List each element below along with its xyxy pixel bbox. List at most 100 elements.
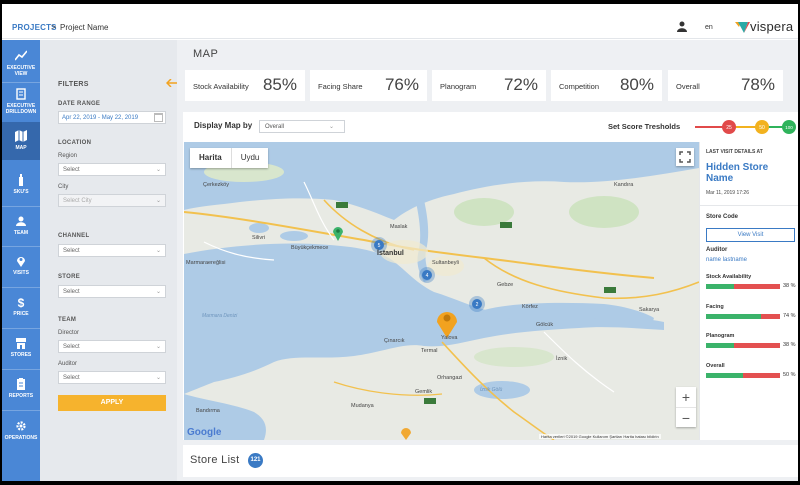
metric-bar-fill	[706, 284, 735, 289]
svg-text:$: $	[18, 296, 25, 308]
metric-label: Planogram	[706, 333, 735, 339]
map-view[interactable]: 5 4 2 Çerkezköy Silivri Büyükçekmece Mar…	[184, 142, 699, 440]
filters-title: FILTERS	[58, 81, 89, 88]
zoom-out-button[interactable]: −	[676, 407, 696, 427]
road-shield-icon	[424, 398, 436, 404]
channel-label: CHANNEL	[58, 233, 90, 239]
fullscreen-icon	[679, 151, 691, 163]
store-list-title: Store List	[190, 454, 240, 466]
chevron-down-icon: ⌄	[155, 344, 161, 350]
map-attribution[interactable]: Harita verileri ©2019 Google Kullanım Şa…	[539, 434, 661, 439]
threshold-value-high: 100	[785, 125, 793, 130]
forest-area	[569, 196, 639, 228]
store-name[interactable]: Hidden Store Name	[706, 162, 786, 184]
nav-item-visits[interactable]: VISITS	[2, 250, 40, 284]
metric-label: Stock Availability	[706, 274, 752, 280]
map-place-label: Maslak	[390, 224, 408, 230]
auditor-label: Auditor	[706, 247, 728, 253]
nav-item-label: MAP	[15, 145, 27, 151]
kpi-card-facing-share: Facing Share 76%	[310, 70, 427, 101]
apply-button[interactable]: APPLY	[58, 395, 166, 411]
chevron-down-icon: ⌄	[328, 124, 334, 130]
nav-item-skus[interactable]: SKU'S	[2, 168, 40, 204]
nav-item-reports[interactable]: REPORTS	[2, 373, 40, 407]
auditor-name[interactable]: name lastname	[706, 257, 747, 263]
display-map-by-label: Display Map by	[194, 121, 253, 130]
zoom-in-button[interactable]: +	[676, 387, 696, 407]
map-place-label: Termal	[421, 348, 438, 354]
chevron-down-icon: ⌄	[155, 198, 161, 204]
orange-pin-dot	[443, 314, 451, 322]
channel-select[interactable]: Select ⌄	[58, 244, 166, 257]
map-place-label: Kandıra	[614, 182, 634, 188]
city-label: City	[58, 184, 69, 190]
kpi-card-competition: Competition 80%	[551, 70, 662, 101]
chevron-down-icon: ⌄	[155, 248, 161, 254]
view-visit-button[interactable]: View Visit	[706, 228, 795, 242]
map-place-label: Gölcük	[536, 322, 554, 328]
kpi-label: Stock Availability	[193, 82, 249, 91]
language-selector[interactable]: en	[705, 24, 713, 31]
calendar-icon[interactable]	[154, 112, 163, 122]
region-select[interactable]: Select ⌄	[58, 163, 166, 176]
map-place-label: İstanbul	[377, 250, 404, 257]
display-map-by-value: Overall	[265, 124, 285, 130]
kpi-value: 76%	[384, 75, 419, 94]
breadcrumb-project-name: Project Name	[60, 23, 109, 32]
nav-item-executive-drilldown[interactable]: EXECUTIVE DRILLDOWN	[2, 84, 40, 118]
kpi-card-stock-availability: Stock Availability 85%	[185, 70, 305, 101]
zoom-control: + −	[676, 387, 696, 427]
nav-item-operations[interactable]: OPERATIONS	[2, 415, 40, 449]
team-icon	[16, 216, 26, 226]
map-type-tab-satellite[interactable]: Uydu	[230, 148, 269, 168]
map-place-label: Orhangazi	[437, 375, 463, 381]
date-range-label: DATE RANGE	[58, 101, 101, 107]
map-sea-label: İznik Gölü	[480, 387, 503, 393]
bottle-icon	[19, 174, 23, 186]
metric-value: 38 %	[783, 283, 796, 289]
store-select[interactable]: Select ⌄	[58, 285, 166, 298]
lake	[280, 231, 308, 241]
map-type-tab-map[interactable]: Harita	[190, 148, 231, 168]
filters-panel: FILTERS DATE RANGE Apr 22, 2019 - May 22…	[40, 40, 178, 481]
green-pin-dot	[336, 229, 340, 233]
google-logo: Google	[187, 427, 221, 438]
map-place-label: Sultanbeyli	[432, 260, 459, 266]
store-list-section[interactable]: Store List 121	[183, 445, 798, 477]
kpi-value: 78%	[740, 75, 775, 94]
kpi-label: Planogram	[440, 82, 477, 91]
metric-bar	[706, 373, 780, 378]
nav-item-team[interactable]: TEAM	[2, 210, 40, 244]
drilldown-icon	[16, 88, 26, 100]
trend-chart-icon	[15, 50, 27, 61]
forest-area	[474, 347, 554, 367]
city-select[interactable]: Select City ⌄	[58, 194, 166, 207]
cluster-marker-count: 4	[426, 273, 429, 279]
user-icon[interactable]	[677, 21, 687, 32]
director-label: Director	[58, 330, 80, 336]
map-card: Display Map by Overall ⌄ Set Score Tresho…	[183, 112, 798, 440]
metric-bar-fill	[706, 373, 743, 378]
kpi-value: 80%	[619, 75, 654, 94]
nav-item-stores[interactable]: STORES	[2, 332, 40, 366]
last-visit-panel: LAST VISIT DETAILS AT Hidden Store Name …	[699, 142, 798, 440]
threshold-value-mid: 50	[759, 125, 765, 131]
region-select-value: Select	[63, 167, 80, 173]
director-select[interactable]: Select ⌄	[58, 340, 166, 353]
kpi-card-overall: Overall 78%	[668, 70, 783, 101]
map-place-label: Körfez	[522, 304, 538, 310]
nav-item-map[interactable]: MAP	[2, 122, 40, 160]
metric-label: Overall	[706, 363, 725, 369]
display-map-by-select[interactable]: Overall ⌄	[259, 120, 345, 133]
date-range-input[interactable]: Apr 22, 2019 - May 22, 2019	[58, 111, 166, 124]
fullscreen-button[interactable]	[676, 148, 694, 166]
nav-item-price[interactable]: $ PRICE	[2, 291, 40, 325]
auditor-select[interactable]: Select ⌄	[58, 371, 166, 384]
kpi-label: Facing Share	[318, 82, 363, 91]
score-thresholds-slider[interactable]: 25 50 100	[693, 119, 797, 135]
clipboard-icon	[17, 378, 25, 390]
auditor-select-value: Select	[63, 375, 80, 381]
chevron-down-icon: ⌄	[155, 167, 161, 173]
nav-item-executive-view[interactable]: EXECUTIVE VIEW	[2, 46, 40, 80]
store-label: STORE	[58, 274, 81, 280]
